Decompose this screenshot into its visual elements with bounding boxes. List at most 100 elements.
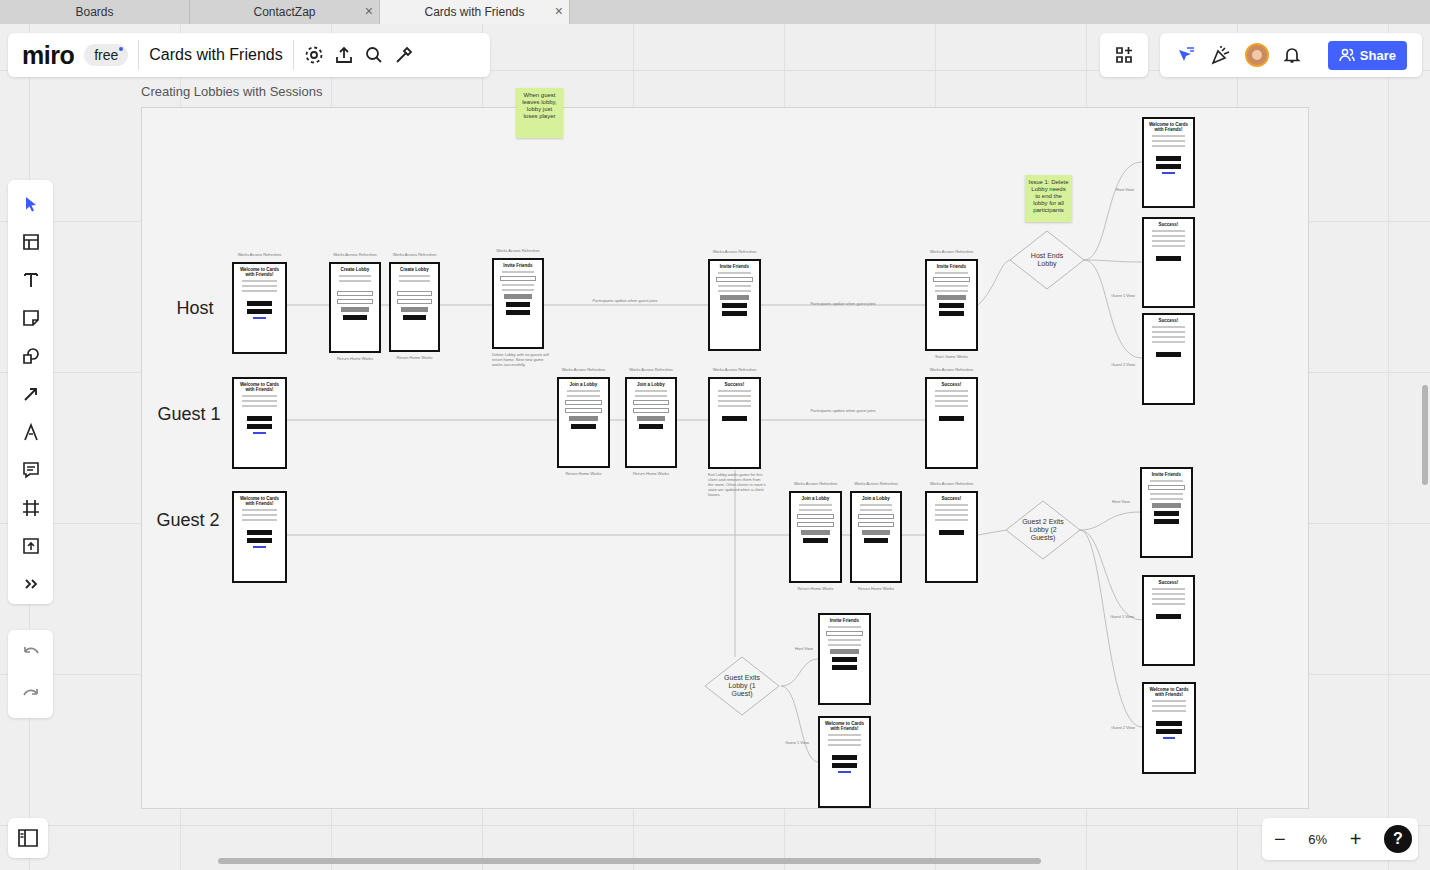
screen-top-note[interactable]: Works Across Refreshes <box>781 481 851 487</box>
sticky-note[interactable]: Issue 1: Delete Lobby needs to end the l… <box>1025 175 1072 222</box>
phone-screen[interactable]: Join a Lobby <box>789 491 842 583</box>
phone-screen[interactable]: Success! <box>708 377 761 469</box>
phone-screen[interactable]: Join a Lobby <box>850 491 902 583</box>
zoom-level[interactable]: 6% <box>1308 832 1327 847</box>
screen-top-note[interactable]: Works Across Refreshes <box>225 252 295 258</box>
lane-label[interactable]: Guest 2 <box>138 508 238 532</box>
browser-tab[interactable]: ContactZap × <box>190 0 380 24</box>
screen-top-note[interactable]: Works Across Refreshes <box>483 248 553 254</box>
shapes-icon[interactable] <box>21 346 41 366</box>
screen-top-note[interactable]: Works Across Refreshes <box>917 481 987 487</box>
vertical-scrollbar[interactable] <box>1422 385 1428 485</box>
pen-icon[interactable] <box>21 422 41 442</box>
phone-screen[interactable]: Join a Lobby <box>557 377 610 468</box>
screen-bottom-note[interactable]: Delete Lobby with no guests will return … <box>492 352 550 367</box>
phone-screen[interactable]: Create Lobby <box>329 262 381 353</box>
screen-top-note[interactable]: Works Across Refreshes <box>320 252 390 258</box>
phone-screen[interactable]: Invite Friends <box>925 259 978 351</box>
arrow-icon[interactable] <box>21 384 41 404</box>
phone-screen[interactable]: Welcome to Cards with Friends! <box>232 377 287 469</box>
phone-screen[interactable]: Welcome to Cards with Friends! <box>232 491 287 583</box>
apps-icon[interactable] <box>1114 45 1134 65</box>
celebrate-icon[interactable] <box>1210 44 1232 66</box>
screen-bottom-note[interactable]: Return Home Works <box>320 356 390 361</box>
connector-line[interactable] <box>1084 260 1142 262</box>
lane-label[interactable]: Guest 1 <box>139 402 239 426</box>
frame-title[interactable]: Creating Lobbies with Sessions <box>141 84 322 99</box>
phone-screen[interactable]: Join a Lobby <box>625 377 677 468</box>
plan-badge[interactable]: free <box>84 44 128 66</box>
phone-screen[interactable]: Invite Friends <box>492 258 544 349</box>
redo-icon[interactable] <box>21 685 41 705</box>
connector-label[interactable]: Participants update when guest joins <box>798 408 888 414</box>
screen-bottom-note[interactable]: Start Game Works <box>917 354 987 359</box>
phone-screen[interactable]: Invite Friends <box>708 259 761 351</box>
browser-tab[interactable]: Cards with Friends × <box>380 0 570 24</box>
screen-bottom-note[interactable]: Return Home Works <box>616 471 686 476</box>
phone-screen[interactable]: Success! <box>1142 313 1195 405</box>
screen-bottom-note[interactable]: Return Home Works <box>781 586 851 591</box>
connector-line[interactable] <box>781 659 818 686</box>
connector-line[interactable] <box>1080 512 1140 530</box>
upload-icon[interactable] <box>21 536 41 556</box>
screen-top-note[interactable]: Works Across Refreshes <box>616 367 686 373</box>
screen-bottom-note[interactable]: Return Home Works <box>549 471 619 476</box>
zoom-out-button[interactable]: − <box>1274 829 1286 849</box>
tab-close-button[interactable]: × <box>555 4 563 18</box>
screen-top-note[interactable]: Works Across Refreshes <box>841 481 911 487</box>
lane-label[interactable]: Host <box>145 296 245 320</box>
comment-icon[interactable] <box>21 460 41 480</box>
screen-top-note[interactable]: Works Across Refreshes <box>700 367 770 373</box>
phone-screen[interactable]: Welcome to Cards with Friends! <box>232 262 287 354</box>
more-tools-icon[interactable] <box>21 574 41 594</box>
undo-icon[interactable] <box>21 643 41 663</box>
text-tool-icon[interactable] <box>21 270 41 290</box>
phone-screen[interactable]: Success! <box>925 377 978 469</box>
screen-top-note[interactable]: Works Across Refreshes <box>917 249 987 255</box>
screen-bottom-note[interactable]: Return Home Works <box>380 355 450 360</box>
help-button[interactable]: ? <box>1384 825 1412 853</box>
sticky-note-icon[interactable] <box>21 308 41 328</box>
phone-screen[interactable]: Welcome to Cards with Friends! <box>1142 682 1196 774</box>
frame-icon[interactable] <box>21 498 41 518</box>
user-avatar[interactable] <box>1245 43 1269 67</box>
decision-node[interactable]: Guest 2 Exits Lobby (2 Guests) <box>1005 500 1081 560</box>
connector-line[interactable] <box>1084 260 1142 358</box>
magic-icon[interactable] <box>394 45 414 65</box>
screen-top-note[interactable]: Works Across Refreshes <box>380 252 450 258</box>
tab-close-button[interactable]: × <box>365 4 373 18</box>
connector-label[interactable]: Participants update when guest joins <box>580 298 670 304</box>
browser-tab[interactable]: Boards <box>0 0 190 24</box>
connector-line[interactable] <box>781 686 818 762</box>
connector-line[interactable] <box>1080 530 1142 727</box>
connector-label[interactable]: Participants update when guest joins <box>798 301 888 307</box>
screen-top-note[interactable]: Works Across Refreshes <box>700 249 770 255</box>
miro-logo[interactable]: miro <box>22 41 74 70</box>
phone-screen[interactable]: Success! <box>1142 217 1195 308</box>
decision-node[interactable]: Host Ends Lobby <box>1009 230 1085 290</box>
board-canvas[interactable]: Creating Lobbies with Sessions Host Guest… <box>0 24 1430 870</box>
phone-screen[interactable]: Create Lobby <box>389 262 440 352</box>
upload-icon[interactable] <box>334 45 354 65</box>
decision-node[interactable]: Guest Exits Lobby (1 Guest) <box>704 656 780 716</box>
templates-icon[interactable] <box>21 232 41 252</box>
horizontal-scrollbar[interactable] <box>218 858 1041 864</box>
bell-icon[interactable] <box>1282 45 1302 65</box>
phone-screen[interactable]: Welcome to Cards with Friends! <box>818 716 871 808</box>
zoom-in-button[interactable]: + <box>1350 829 1362 849</box>
phone-screen[interactable]: Success! <box>925 491 978 583</box>
connector-line[interactable] <box>735 470 736 657</box>
screen-bottom-note[interactable]: Return Home Works <box>841 586 911 591</box>
phone-screen[interactable]: Welcome to Cards with Friends! <box>1142 117 1195 208</box>
connector-line[interactable] <box>978 530 1006 535</box>
sticky-note[interactable]: When guest leaves lobby, lobby just lose… <box>516 88 563 138</box>
select-cursor-icon[interactable] <box>21 194 41 214</box>
phone-screen[interactable]: Invite Friends <box>818 613 871 705</box>
search-icon[interactable] <box>364 45 384 65</box>
frames-panel-button[interactable] <box>8 818 48 858</box>
board-title[interactable]: Cards with Friends <box>149 46 282 64</box>
connector-line[interactable] <box>1084 162 1142 260</box>
phone-screen[interactable]: Success! <box>1142 575 1195 666</box>
connector-line[interactable] <box>1080 530 1142 620</box>
phone-screen[interactable]: Invite Friends <box>1140 467 1193 558</box>
